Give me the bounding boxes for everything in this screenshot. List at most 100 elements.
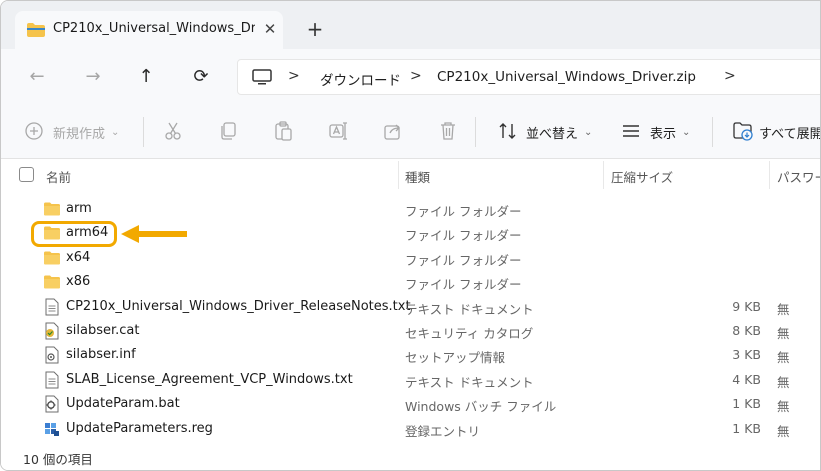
chevron-down-icon: ⌄ [682,126,691,138]
file-compressed-size: 1 KB [732,420,761,436]
file-compressed-size: 9 KB [732,298,761,314]
breadcrumb-separator[interactable]: > [288,68,300,84]
file-type: ファイル フォルダー [405,277,522,293]
file-name[interactable]: CP210x_Universal_Windows_Driver_ReleaseN… [66,299,411,314]
file-row[interactable]: SLAB_License_Agreement_VCP_Windows.txt テキ… [1,368,820,392]
column-header: 名前 種類 圧縮サイズ パスワー [1,159,820,189]
sort-icon [499,123,516,139]
file-type: Windows バッチ ファイル [405,399,557,415]
forward-button[interactable]: → [79,63,107,91]
folder-zip-icon [27,23,45,37]
up-button[interactable]: ↑ [132,63,160,91]
file-row[interactable]: UpdateParam.bat Windows バッチ ファイル 1 KB 無 [1,392,820,416]
file-name[interactable]: x64 [66,250,90,265]
status-bar: 10 個の項目 [1,445,820,470]
navigation-bar: ← → ↑ ⟳ > ダウンロード > CP210x_Universal_Wind… [1,49,820,105]
folder-icon [43,273,61,291]
extract-all-button[interactable]: すべて展開 [759,121,821,143]
cut-icon[interactable] [162,120,184,142]
select-all-checkbox[interactable] [19,167,34,182]
column-type[interactable]: 種類 [405,167,430,186]
file-password: 無 [777,301,790,317]
catalog-file-icon [43,322,61,340]
column-name[interactable]: 名前 [46,167,71,186]
file-name[interactable]: UpdateParameters.reg [66,421,213,436]
file-name[interactable]: silabser.inf [66,347,136,362]
sort-button[interactable]: 並べ替え ⌄ [526,121,592,143]
tab-title: CP210x_Universal_Windows_Driver [53,21,255,36]
extract-all-label: すべて展開 [759,126,821,142]
copy-icon[interactable] [217,120,239,142]
breadcrumb-downloads[interactable]: ダウンロード [320,69,401,89]
file-row[interactable]: CP210x_Universal_Windows_Driver_ReleaseN… [1,295,820,319]
refresh-button[interactable]: ⟳ [187,63,215,91]
file-password: 無 [777,374,790,390]
breadcrumb-separator[interactable]: > [410,68,422,84]
column-password[interactable]: パスワー [777,167,820,186]
file-type: セキュリティ カタログ [405,326,534,341]
file-name[interactable]: x86 [66,274,90,289]
file-type: ファイル フォルダー [405,228,522,244]
registry-file-icon [43,420,61,438]
paste-icon[interactable] [272,120,294,142]
file-type: テキスト ドキュメント [405,301,534,317]
command-bar: 新規作成 ⌄ 並べ替え ⌄ 表示 ⌄ すべて展開 [1,105,821,159]
folder-icon [43,200,61,218]
file-row[interactable]: silabser.inf セットアップ情報 3 KB 無 [1,343,820,367]
rename-icon[interactable] [327,120,349,142]
file-name[interactable]: silabser.cat [66,323,139,338]
column-divider[interactable] [769,161,770,189]
chevron-down-icon: ⌄ [111,126,120,138]
text-file-icon [43,298,61,316]
delete-icon[interactable] [437,120,459,142]
file-compressed-size: 1 KB [732,396,761,412]
column-divider[interactable] [603,161,604,189]
breadcrumb-separator[interactable]: > [724,68,736,84]
file-type: 登録エントリ [405,423,481,439]
file-password: 無 [777,399,790,415]
file-password: 無 [777,350,790,366]
file-row[interactable]: x86 ファイル フォルダー [1,270,820,294]
chevron-down-icon: ⌄ [584,126,593,138]
sort-button-label: 並べ替え [526,126,579,142]
file-type: セットアップ情報 [405,350,506,366]
highlight-box [31,221,117,247]
file-row[interactable]: arm ファイル フォルダー [1,197,820,221]
file-compressed-size: 4 KB [732,371,761,387]
share-icon[interactable] [382,120,404,142]
extract-all-icon [733,122,753,141]
address-bar[interactable]: > ダウンロード > CP210x_Universal_Windows_Driv… [237,59,820,95]
file-compressed-size: 8 KB [732,323,761,338]
column-divider[interactable] [398,161,399,189]
new-button[interactable]: 新規作成 ⌄ [53,121,119,143]
column-compressed-size[interactable]: 圧縮サイズ [611,167,673,186]
view-icon [623,125,639,137]
breadcrumb-zip[interactable]: CP210x_Universal_Windows_Driver.zip [437,69,696,85]
back-button[interactable]: ← [23,63,51,91]
folder-icon [43,249,61,267]
file-row[interactable]: x64 ファイル フォルダー [1,246,820,270]
file-row[interactable]: UpdateParameters.reg 登録エントリ 1 KB 無 [1,417,820,441]
computer-icon[interactable] [252,69,272,86]
close-tab-icon[interactable]: ✕ [259,18,281,40]
tab-bar: CP210x_Universal_Windows_Driver ✕ + [1,1,820,49]
file-password: 無 [777,423,790,439]
file-name[interactable]: arm [66,201,92,216]
explorer-window: CP210x_Universal_Windows_Driver ✕ + ← → … [0,0,821,471]
file-row[interactable]: silabser.cat セキュリティ カタログ 8 KB 無 [1,319,820,343]
tab-active[interactable]: CP210x_Universal_Windows_Driver ✕ [15,11,283,49]
arrow-left-icon [121,225,187,243]
file-type: ファイル フォルダー [405,204,522,219]
file-compressed-size: 3 KB [732,347,761,363]
view-button-label: 表示 [650,126,677,142]
toolbar-divider [712,117,713,147]
file-password: 無 [777,326,790,341]
toolbar-divider [475,117,476,147]
file-name[interactable]: SLAB_License_Agreement_VCP_Windows.txt [66,372,353,387]
item-count: 10 個の項目 [23,452,93,467]
file-type: テキスト ドキュメント [405,374,534,390]
file-name[interactable]: UpdateParam.bat [66,396,180,411]
view-button[interactable]: 表示 ⌄ [650,121,690,143]
new-tab-button[interactable]: + [303,18,327,42]
toolbar-divider [143,117,144,147]
